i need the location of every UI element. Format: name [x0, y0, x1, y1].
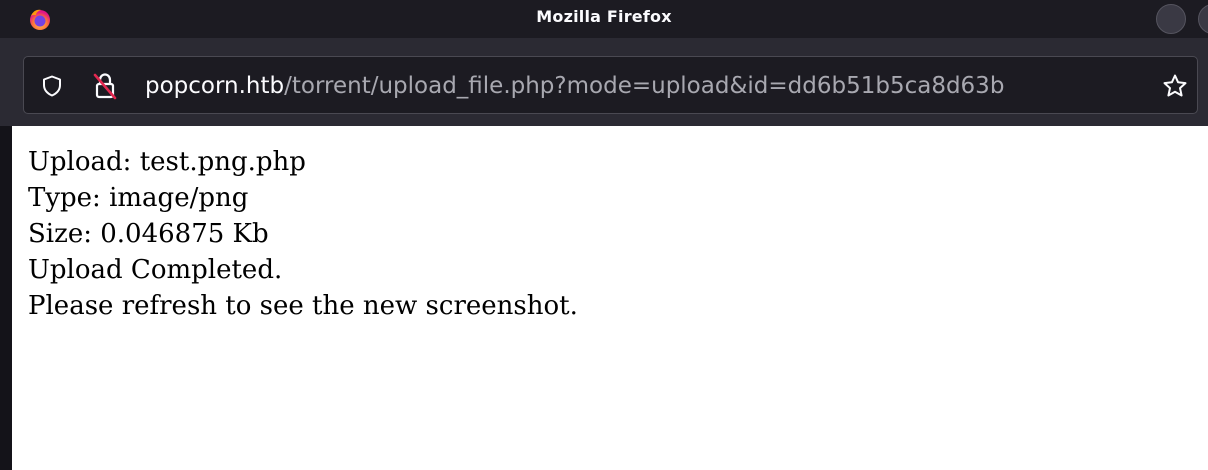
upload-type-line: Type: image/png: [28, 183, 249, 213]
title-bar: Mozilla Firefox: [0, 0, 1208, 38]
window-title: Mozilla Firefox: [536, 7, 672, 26]
url-host: popcorn.htb: [145, 73, 285, 99]
insecure-lock-icon[interactable]: [92, 72, 118, 100]
shield-icon[interactable]: [40, 74, 64, 98]
refresh-hint-line: Please refresh to see the new screenshot…: [28, 291, 578, 321]
upload-result-message: Upload: test.png.php Type: image/png Siz…: [28, 144, 578, 324]
browser-window: Mozilla Firefox popcorn.htb/torrent/uplo…: [0, 0, 1208, 470]
star-icon[interactable]: [1162, 73, 1188, 99]
window-minimize-button[interactable]: [1156, 4, 1186, 34]
page-content: Upload: test.png.php Type: image/png Siz…: [12, 126, 1208, 470]
upload-size-line: Size: 0.046875 Kb: [28, 219, 269, 249]
navigation-toolbar: popcorn.htb/torrent/upload_file.php?mode…: [0, 38, 1208, 126]
upload-filename-line: Upload: test.png.php: [28, 147, 306, 177]
upload-status-line: Upload Completed.: [28, 255, 283, 285]
address-bar[interactable]: popcorn.htb/torrent/upload_file.php?mode…: [23, 56, 1198, 114]
url-text[interactable]: popcorn.htb/torrent/upload_file.php?mode…: [145, 71, 1155, 101]
url-path: /torrent/upload_file.php?mode=upload&id=…: [284, 73, 1005, 99]
